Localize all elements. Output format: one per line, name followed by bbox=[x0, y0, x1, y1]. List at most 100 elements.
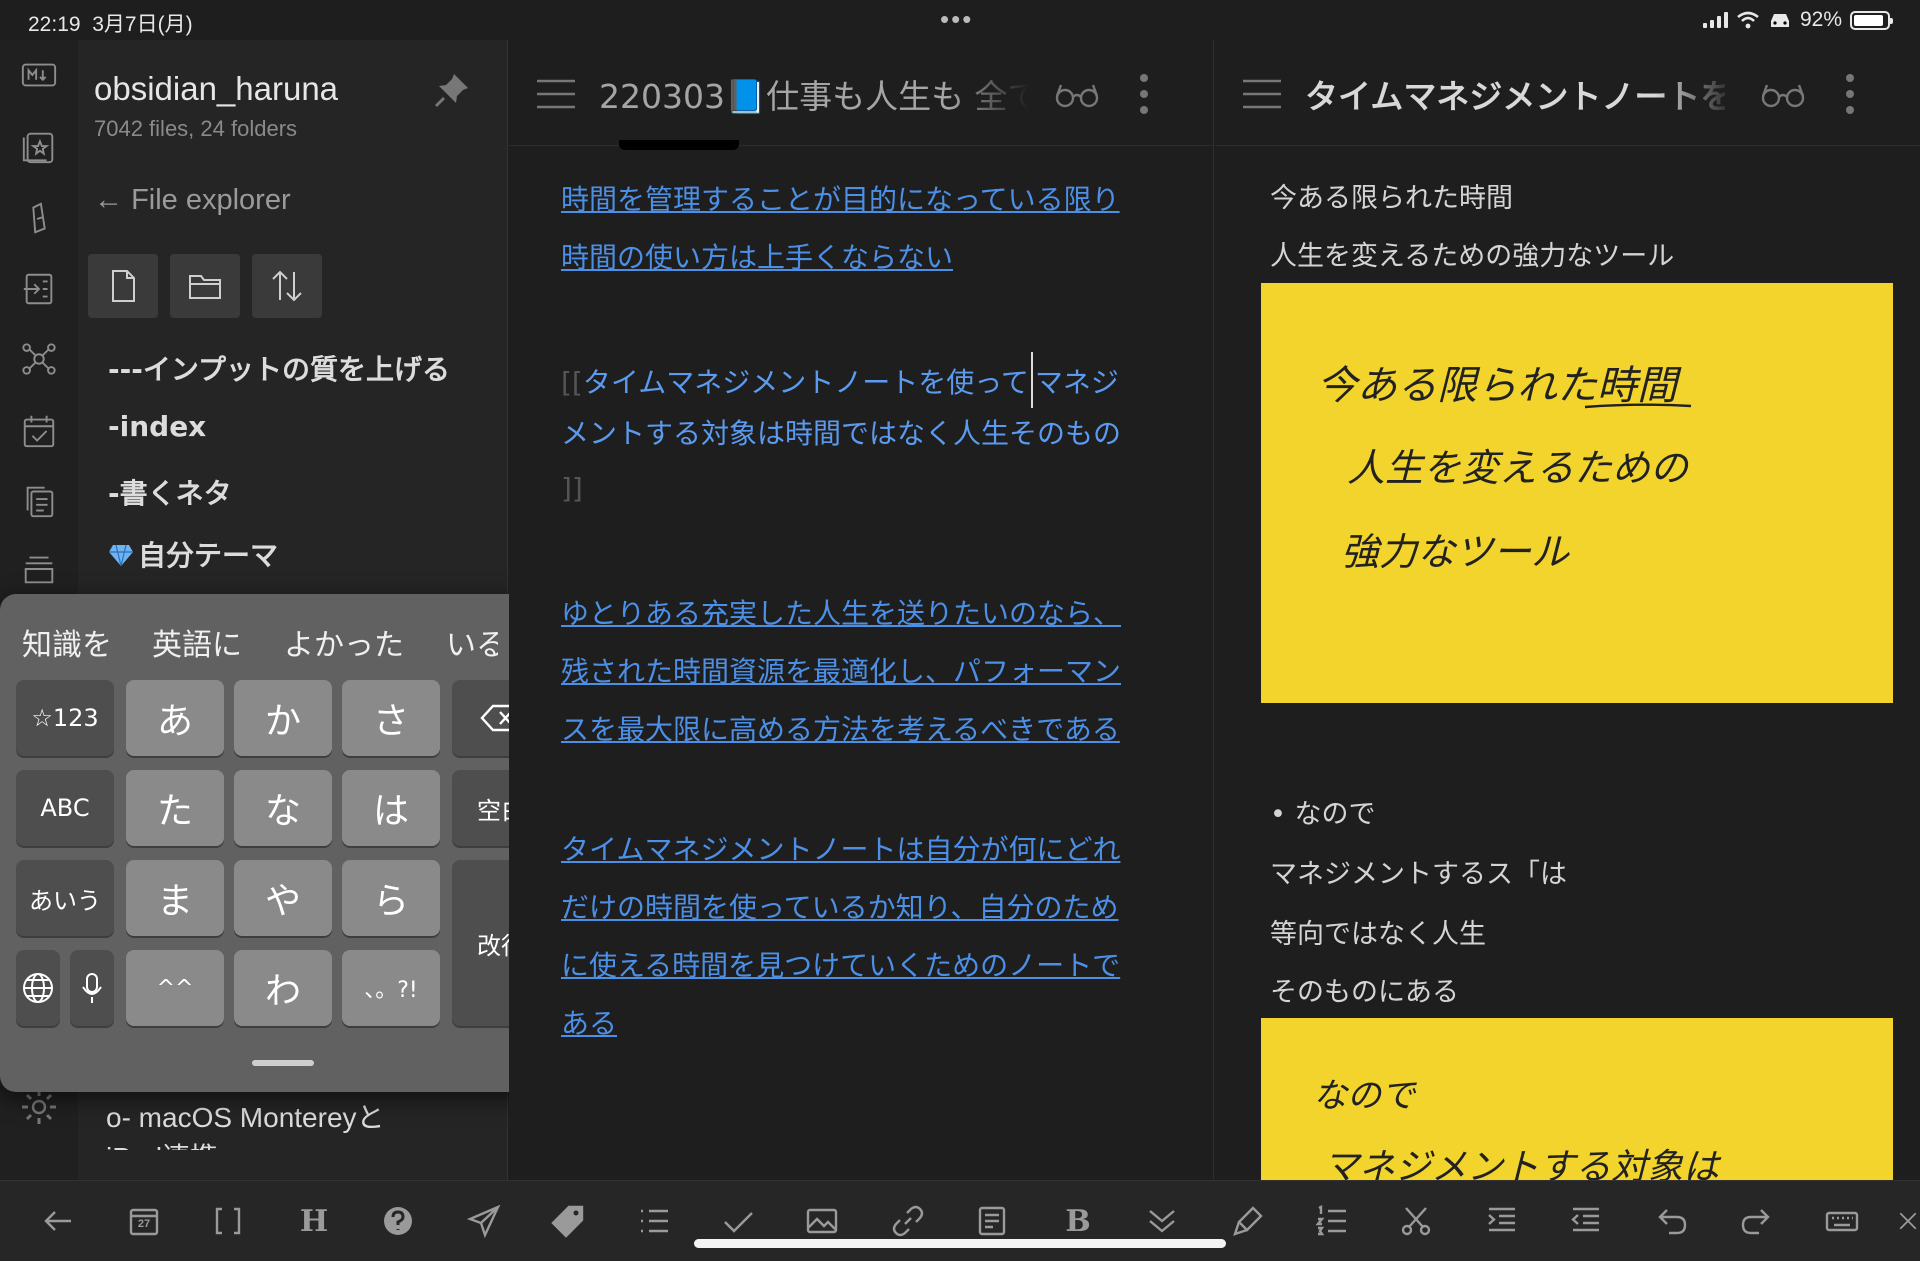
candidate-word[interactable]: 英語に bbox=[152, 620, 242, 664]
internal-link[interactable]: タイムマネジメントノートは自分が何にどれ bbox=[561, 828, 1120, 868]
globe-key[interactable] bbox=[16, 950, 60, 1026]
internal-link[interactable]: ある bbox=[561, 1002, 617, 1042]
key-sa[interactable]: さ bbox=[342, 680, 440, 756]
key-dakuten[interactable]: ^^ bbox=[126, 950, 224, 1026]
folder-item[interactable]: -書くネタ bbox=[108, 472, 232, 512]
wifi-icon bbox=[1737, 11, 1759, 29]
key-ra[interactable]: ら bbox=[342, 860, 440, 936]
new-folder-button[interactable] bbox=[170, 254, 240, 318]
numbered-list-icon[interactable] bbox=[1312, 1201, 1352, 1241]
more-options-icon[interactable] bbox=[1843, 72, 1857, 116]
calendar-icon[interactable]: 27 bbox=[124, 1201, 164, 1241]
graph-view-icon[interactable] bbox=[18, 338, 60, 380]
outdent-icon[interactable] bbox=[1566, 1201, 1606, 1241]
candidate-word[interactable]: いる bbox=[446, 620, 498, 664]
reading-view-icon[interactable] bbox=[1054, 80, 1100, 110]
folder-item[interactable]: ---インプットの質を上げる bbox=[108, 348, 450, 388]
sort-button[interactable] bbox=[252, 254, 322, 318]
outline-icon[interactable] bbox=[18, 268, 60, 310]
help-icon[interactable] bbox=[378, 1201, 418, 1241]
brackets-icon[interactable] bbox=[208, 1201, 248, 1241]
wikilink-editing[interactable]: メントする対象は時間ではなく人生そのもの bbox=[561, 412, 1121, 452]
back-arrow-icon[interactable] bbox=[38, 1201, 78, 1241]
double-chevron-down-icon[interactable] bbox=[1142, 1201, 1182, 1241]
dictation-key[interactable] bbox=[70, 950, 114, 1026]
copy-icon[interactable] bbox=[18, 480, 60, 522]
wikilink-editing[interactable]: [[タイムマネジメントノートを使って マネジ bbox=[561, 352, 1119, 408]
scissors-icon[interactable] bbox=[1396, 1201, 1436, 1241]
multitasking-dots[interactable]: ••• bbox=[940, 4, 973, 35]
key-na[interactable]: な bbox=[234, 770, 332, 846]
status-indicators: 92% bbox=[1702, 8, 1893, 32]
candidate-word[interactable]: 知識を bbox=[22, 620, 112, 664]
sidebar-bottom-item[interactable]: o- macOS Montereyと iPad連携 bbox=[78, 1090, 508, 1150]
note-text: マネジメントするス「は bbox=[1270, 859, 1567, 890]
bullet-list-icon[interactable] bbox=[634, 1201, 674, 1241]
indent-icon[interactable] bbox=[1482, 1201, 1522, 1241]
hamburger-menu-icon[interactable] bbox=[535, 78, 577, 110]
handwritten-note-image: 今ある限られた時間 人生を変えるための 強力なツール bbox=[1261, 283, 1893, 703]
key-wa[interactable]: わ bbox=[234, 950, 332, 1026]
image-icon[interactable] bbox=[802, 1201, 842, 1241]
key-ka[interactable]: か bbox=[234, 680, 332, 756]
key-kana[interactable]: あいう bbox=[16, 860, 114, 936]
title-fade bbox=[1655, 60, 1735, 120]
key-a[interactable]: あ bbox=[126, 680, 224, 756]
pane-header: タイムマネジメントノートを使って bbox=[1215, 40, 1920, 146]
handwritten-line: 強力なツール bbox=[1341, 530, 1570, 574]
checkmark-icon[interactable] bbox=[718, 1201, 758, 1241]
pin-icon[interactable] bbox=[430, 68, 474, 112]
more-options-icon[interactable] bbox=[1137, 72, 1151, 116]
folder-item[interactable]: -index bbox=[108, 410, 206, 443]
note-text: 人生を変えるための強力なツール bbox=[1270, 241, 1675, 272]
internal-link[interactable]: だけの時間を使っているか知り、自分のため bbox=[561, 886, 1118, 926]
home-indicator[interactable] bbox=[694, 1239, 1226, 1248]
gem-icon bbox=[109, 544, 133, 567]
heading-icon[interactable]: H bbox=[294, 1201, 334, 1241]
key-ha[interactable]: は bbox=[342, 770, 440, 846]
internal-link[interactable]: 残された時間資源を最適化し、パフォーマン bbox=[561, 650, 1121, 690]
bold-icon[interactable]: B bbox=[1058, 1201, 1098, 1241]
hamburger-menu-icon[interactable] bbox=[1241, 78, 1283, 110]
reading-view-icon[interactable] bbox=[1760, 80, 1806, 110]
pen-icon[interactable] bbox=[18, 198, 60, 240]
status-time: 22:19 3月7日(月) bbox=[28, 13, 193, 36]
link-icon[interactable] bbox=[888, 1201, 928, 1241]
settings-gear-icon[interactable] bbox=[18, 1086, 60, 1128]
internal-link[interactable]: 時間を管理することが目的になっている限り bbox=[561, 178, 1120, 218]
keyboard-drag-handle[interactable] bbox=[252, 1060, 314, 1066]
new-note-button[interactable] bbox=[88, 254, 158, 318]
internal-link[interactable]: スを最大限に高める方法を考えるべきである bbox=[561, 708, 1120, 748]
sort-icon bbox=[272, 270, 302, 302]
folder-item[interactable]: 自分テーマ bbox=[108, 534, 278, 574]
key-punctuation[interactable]: 、。?! bbox=[342, 950, 440, 1026]
keyboard-icon[interactable] bbox=[1822, 1201, 1862, 1241]
slides-icon[interactable] bbox=[18, 548, 60, 590]
embed-note-icon[interactable] bbox=[972, 1201, 1012, 1241]
markdown-icon[interactable] bbox=[18, 54, 60, 96]
highlighter-icon[interactable] bbox=[1228, 1201, 1268, 1241]
starred-icon[interactable] bbox=[18, 126, 60, 168]
daily-note-icon[interactable] bbox=[18, 410, 60, 452]
car-icon bbox=[1770, 14, 1789, 27]
internal-link[interactable]: 時間の使い方は上手くならない bbox=[561, 236, 953, 276]
close-icon[interactable] bbox=[1896, 1201, 1920, 1241]
redo-icon[interactable] bbox=[1736, 1201, 1776, 1241]
internal-link[interactable]: に使える時間を見つけていくためのノートで bbox=[561, 944, 1120, 984]
key-ta[interactable]: た bbox=[126, 770, 224, 846]
key-ma[interactable]: ま bbox=[126, 860, 224, 936]
internal-link[interactable]: ゆとりある充実した人生を送りたいのなら、 bbox=[561, 592, 1121, 632]
file-explorer-back-link[interactable]: ← File explorer bbox=[94, 184, 291, 217]
pane-header: 220303📘仕事も人生も 全て bbox=[509, 40, 1213, 146]
send-icon[interactable] bbox=[464, 1201, 504, 1241]
cellular-signal-icon bbox=[1702, 12, 1728, 28]
vault-name[interactable]: obsidian_haruna bbox=[94, 70, 338, 108]
undo-icon[interactable] bbox=[1652, 1201, 1692, 1241]
tag-icon[interactable] bbox=[548, 1201, 588, 1241]
mobile-toolbar: 27 H B bbox=[0, 1180, 1920, 1261]
key-ya[interactable]: や bbox=[234, 860, 332, 936]
key-abc[interactable]: ABC bbox=[16, 770, 114, 846]
battery-icon bbox=[1850, 10, 1893, 30]
candidate-word[interactable]: よかった bbox=[284, 620, 404, 664]
key-symbols[interactable]: ☆123 bbox=[16, 680, 114, 756]
